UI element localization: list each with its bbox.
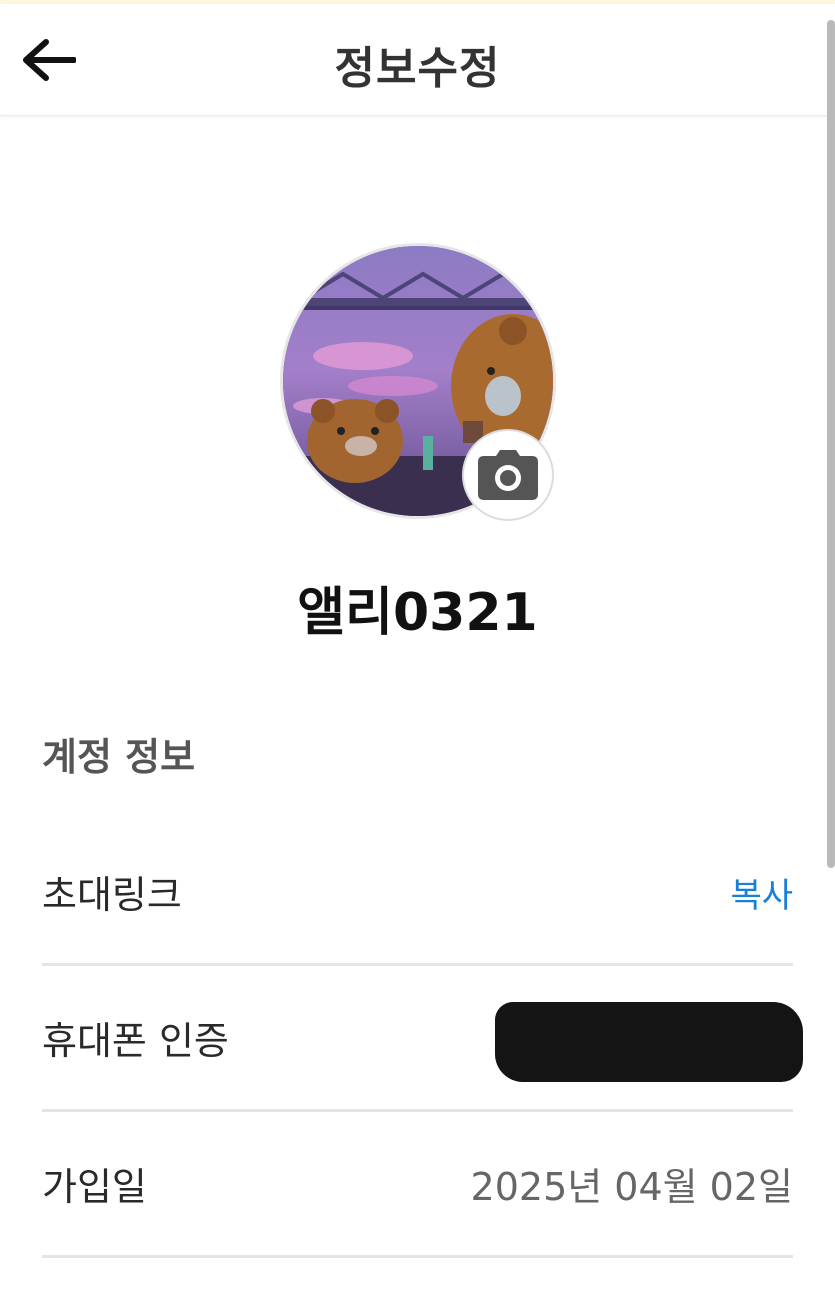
scrollbar[interactable] [827,20,835,868]
change-photo-button[interactable] [462,429,554,521]
join-date-value: 2025년 04월 02일 [470,1165,793,1209]
camera-icon [478,450,538,500]
profile-avatar-area [280,243,556,521]
section-title-account-info: 계정 정보 [42,735,196,779]
app-header: 정보수정 [0,4,835,116]
page-title: 정보수정 [334,43,501,94]
redaction-mark [495,1002,803,1082]
row-label: 초대링크 [42,873,182,917]
nickname: 앨리0321 [297,583,538,643]
row-join-date: 가입일 2025년 04월 02일 [42,1112,793,1258]
row-label: 가입일 [42,1165,147,1209]
copy-link-button[interactable]: 복사 [730,868,793,917]
row-phone-verification: 휴대폰 인증 [42,966,803,1112]
row-invite-link: 초대링크 복사 [42,820,793,966]
row-label: 휴대폰 인증 [42,1019,229,1063]
